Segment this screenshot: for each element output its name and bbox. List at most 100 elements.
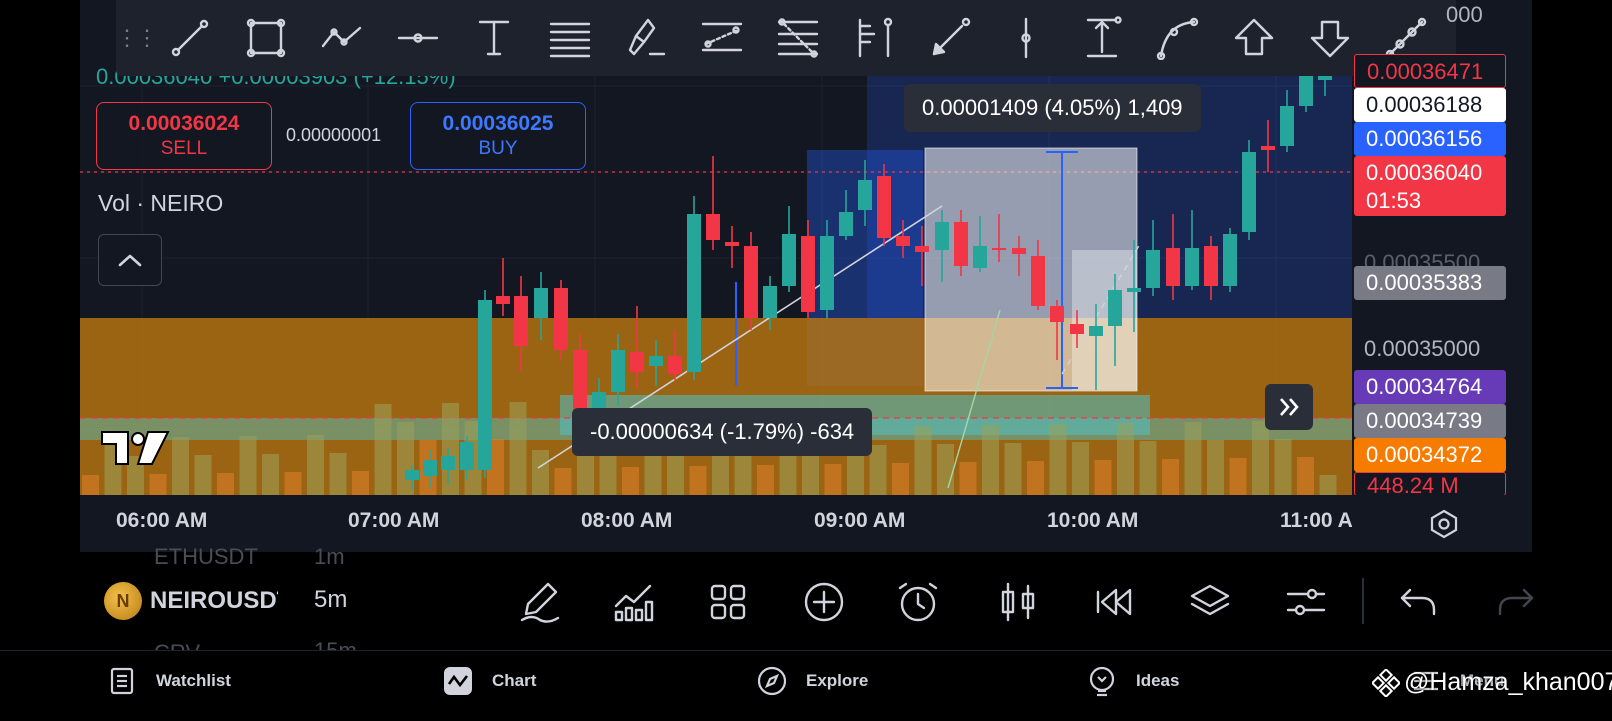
candle-body: [611, 350, 625, 392]
price-tick: 0.00035000: [1364, 336, 1481, 361]
add-icon: [804, 582, 844, 622]
nav-watchlist[interactable]: Watchlist: [106, 665, 231, 697]
volume-bar: [239, 436, 257, 495]
candle-body: [858, 180, 872, 210]
range-tooltip-up: 0.00001409 (4.05%) 1,409: [904, 84, 1201, 132]
fib-retracement-tool[interactable]: [760, 8, 836, 68]
ideas-icon: [1089, 666, 1115, 697]
price-axis[interactable]: 000 0.00036471 0.00036188 0.00036156 0.0…: [1352, 0, 1532, 496]
candle-body: [1166, 248, 1180, 286]
volume-bar: [689, 466, 707, 495]
arrow-down-icon: [1310, 20, 1350, 58]
chart-settings-button[interactable]: [1428, 508, 1460, 545]
candle-body: [534, 288, 548, 318]
regression-trend-icon: [701, 22, 743, 52]
undo-button[interactable]: [1392, 576, 1444, 628]
volume-indicator-label[interactable]: Vol · NEIRO: [98, 190, 223, 217]
pitchfork-tool[interactable]: [836, 8, 912, 68]
price-label-purple: 0.00034764: [1354, 370, 1506, 404]
parallel-channel-tool[interactable]: [532, 8, 608, 68]
volume-bar: [172, 437, 189, 495]
range-tooltip-down: -0.00000634 (-1.79%) -634: [572, 408, 873, 456]
fib-retracement-icon: [777, 18, 819, 58]
volume-bar: [1162, 459, 1179, 495]
time-axis[interactable]: 06:00 AM 07:00 AM 08:00 AM 09:00 AM 10:0…: [80, 495, 1352, 553]
buy-button[interactable]: 0.00036025 BUY: [410, 102, 586, 170]
buy-label: BUY: [478, 138, 518, 159]
nav-explore[interactable]: Explore: [756, 665, 868, 697]
symbol-name: NEIROUSDT: [150, 587, 278, 614]
volume-bar: [1094, 460, 1112, 495]
volume-bar: [1274, 439, 1292, 495]
brush-tool[interactable]: [608, 8, 684, 68]
candle-body: [915, 246, 929, 252]
trend-line-tool[interactable]: [152, 8, 228, 68]
candle-body: [1127, 288, 1141, 292]
text-tool[interactable]: [456, 8, 532, 68]
redo-button[interactable]: [1490, 576, 1542, 628]
object-tree-button[interactable]: [1184, 576, 1236, 628]
volume-bar: [982, 425, 999, 495]
last-price: 0.00036040: [1366, 160, 1483, 185]
time-tick: 11:00 A: [1280, 509, 1352, 532]
settings-button[interactable]: [1280, 576, 1332, 628]
horizontal-line-icon: [397, 33, 439, 43]
volume-bar: [1319, 475, 1337, 495]
drag-handle-icon[interactable]: ⋮⋮: [116, 25, 158, 51]
candle-body: [1146, 250, 1160, 288]
candle-body: [1318, 76, 1332, 80]
collapse-legend-button[interactable]: [98, 234, 162, 286]
candle-body: [1280, 106, 1294, 146]
curve-tool[interactable]: [1140, 8, 1216, 68]
volume-bar: [329, 453, 347, 495]
replay-button[interactable]: [1088, 576, 1140, 628]
candle-body: [763, 286, 777, 318]
date-range-icon: [1086, 16, 1122, 58]
nav-ideas[interactable]: Ideas: [1086, 665, 1179, 697]
volume-bar: [1139, 441, 1157, 495]
regression-trend-tool[interactable]: [684, 8, 760, 68]
drawing-button[interactable]: [514, 576, 566, 628]
price-tick-partial: 000: [1446, 2, 1483, 27]
rectangle-icon: [246, 18, 286, 58]
candle-body: [1108, 290, 1122, 326]
candle-body: [405, 470, 419, 480]
horizontal-ray-tool[interactable]: [380, 8, 456, 68]
candle-body: [1242, 152, 1256, 232]
candle-body: [423, 460, 437, 476]
nav-chart[interactable]: Chart: [442, 665, 536, 697]
candle-body: [973, 246, 987, 268]
path-tool[interactable]: [304, 8, 380, 68]
arrow-up-tool[interactable]: [1216, 8, 1292, 68]
date-range-tool[interactable]: [1064, 8, 1140, 68]
candle-body: [896, 236, 910, 246]
time-tick: 06:00 AM: [116, 509, 208, 532]
candle-body: [630, 352, 644, 372]
volume-bar: [82, 475, 99, 495]
volume-bar: [149, 474, 167, 495]
sell-button[interactable]: 0.00036024 SELL: [96, 102, 272, 170]
drawing-toolbar: ⋮⋮: [116, 0, 1456, 76]
vertical-line-tool[interactable]: [988, 8, 1064, 68]
alert-button[interactable]: [892, 576, 944, 628]
add-button[interactable]: [798, 576, 850, 628]
arrow-tool[interactable]: [912, 8, 988, 68]
volume-bar: [959, 462, 977, 495]
chart-type-button[interactable]: [992, 576, 1044, 628]
layouts-button[interactable]: [702, 576, 754, 628]
volume-bar: [914, 426, 932, 495]
interval-selector[interactable]: 5m: [314, 586, 347, 614]
sell-label: SELL: [160, 138, 208, 159]
symbol-selector[interactable]: N NEIROUSDT: [104, 582, 278, 620]
candle-body: [1223, 234, 1237, 286]
scroll-to-realtime-button[interactable]: [1265, 384, 1313, 430]
parallel-channel-icon: [549, 22, 591, 58]
watchlist-icon: [110, 667, 134, 695]
volume-bar: [1049, 424, 1067, 495]
price-label-level: 0.00035383: [1354, 266, 1506, 300]
rectangle-tool[interactable]: [228, 8, 304, 68]
volume-bar: [757, 465, 774, 495]
indicators-button[interactable]: [608, 576, 660, 628]
volume-bar: [307, 435, 324, 495]
watermark-text: @Hamza_khan007: [1404, 668, 1612, 696]
